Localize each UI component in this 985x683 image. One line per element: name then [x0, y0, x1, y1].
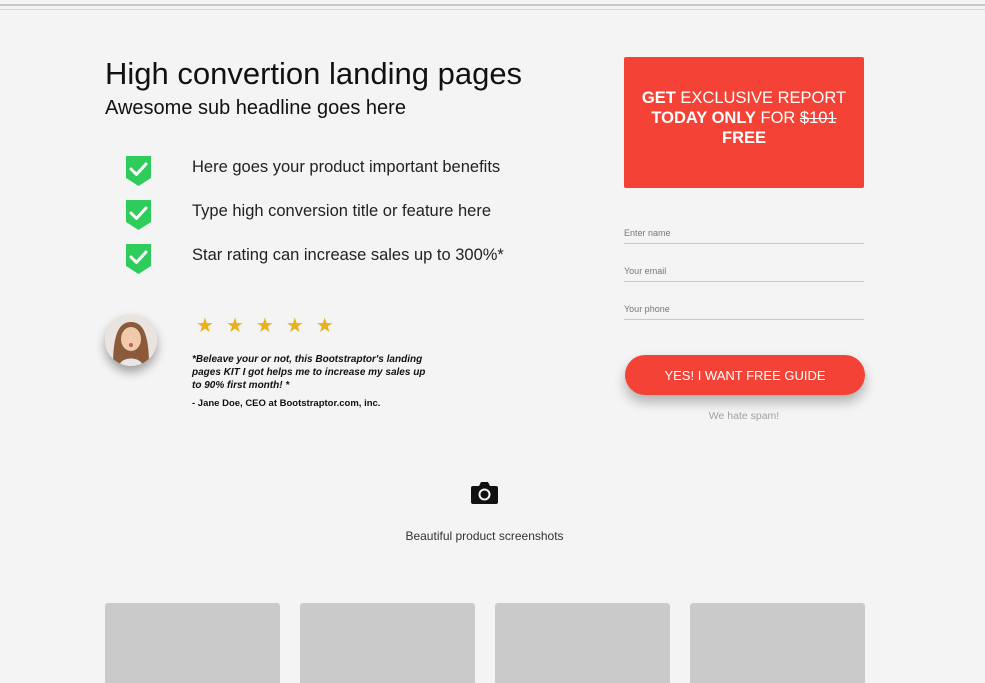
- free-guide-button[interactable]: YES! I WANT FREE GUIDE: [625, 355, 865, 395]
- camera-icon: [471, 482, 498, 504]
- offer-get: GET: [641, 89, 676, 107]
- screenshot-thumbnail[interactable]: [105, 603, 280, 683]
- benefit-text: Type high conversion title or feature he…: [192, 202, 492, 220]
- page-headline: High convertion landing pages: [105, 56, 523, 91]
- name-field[interactable]: [624, 228, 864, 238]
- benefit-item: Type high conversion title or feature he…: [126, 198, 556, 242]
- phone-field-wrapper: [624, 299, 864, 320]
- screenshot-thumbnail[interactable]: [690, 603, 865, 683]
- email-field[interactable]: [624, 266, 864, 276]
- phone-field[interactable]: [624, 304, 864, 314]
- screenshot-thumbnail[interactable]: [300, 603, 475, 683]
- benefits-list: Here goes your product important benefit…: [126, 154, 556, 286]
- shield-check-icon: [126, 244, 151, 274]
- star-rating: ★ ★ ★ ★ ★: [196, 316, 334, 336]
- spam-note: We hate spam!: [708, 410, 780, 422]
- shield-check-icon: [126, 156, 151, 186]
- star-icon: ★: [225, 315, 244, 337]
- offer-line-1: GET EXCLUSIVE REPORT: [624, 88, 864, 108]
- offer-exclusive: EXCLUSIVE REPORT: [675, 89, 847, 107]
- benefit-text: Star rating can increase sales up to 300…: [192, 246, 504, 264]
- offer-old-price: $101: [799, 109, 837, 127]
- top-border-secondary: [0, 9, 985, 10]
- offer-for: FOR: [755, 109, 800, 127]
- star-icon: ★: [315, 315, 334, 337]
- star-icon: ★: [255, 315, 274, 337]
- benefit-item: Star rating can increase sales up to 300…: [126, 242, 556, 286]
- avatar: [105, 314, 157, 366]
- screenshots-caption: Beautiful product screenshots: [405, 529, 564, 543]
- shield-check-icon: [126, 200, 151, 230]
- email-field-wrapper: [624, 261, 864, 282]
- offer-today-only: TODAY ONLY: [651, 109, 756, 127]
- page-subheadline: Awesome sub headline goes here: [105, 97, 406, 119]
- testimonial-quote: *Beleave your or not, this Bootstraptor'…: [192, 354, 426, 391]
- top-border: [0, 4, 985, 6]
- star-icon: ★: [196, 315, 214, 337]
- screenshot-thumbnail[interactable]: [495, 603, 670, 683]
- benefit-text: Here goes your product important benefit…: [192, 158, 501, 176]
- offer-banner: GET EXCLUSIVE REPORT TODAY ONLY FOR $101…: [624, 57, 864, 188]
- offer-line-2: TODAY ONLY FOR $101: [624, 108, 864, 128]
- offer-line-3: FREE: [624, 128, 864, 148]
- offer-free: FREE: [721, 129, 766, 147]
- benefit-item: Here goes your product important benefit…: [126, 154, 556, 198]
- name-field-wrapper: [624, 223, 864, 244]
- star-icon: ★: [285, 315, 304, 337]
- testimonial-author: - Jane Doe, CEO at Bootstraptor.com, inc…: [192, 398, 381, 409]
